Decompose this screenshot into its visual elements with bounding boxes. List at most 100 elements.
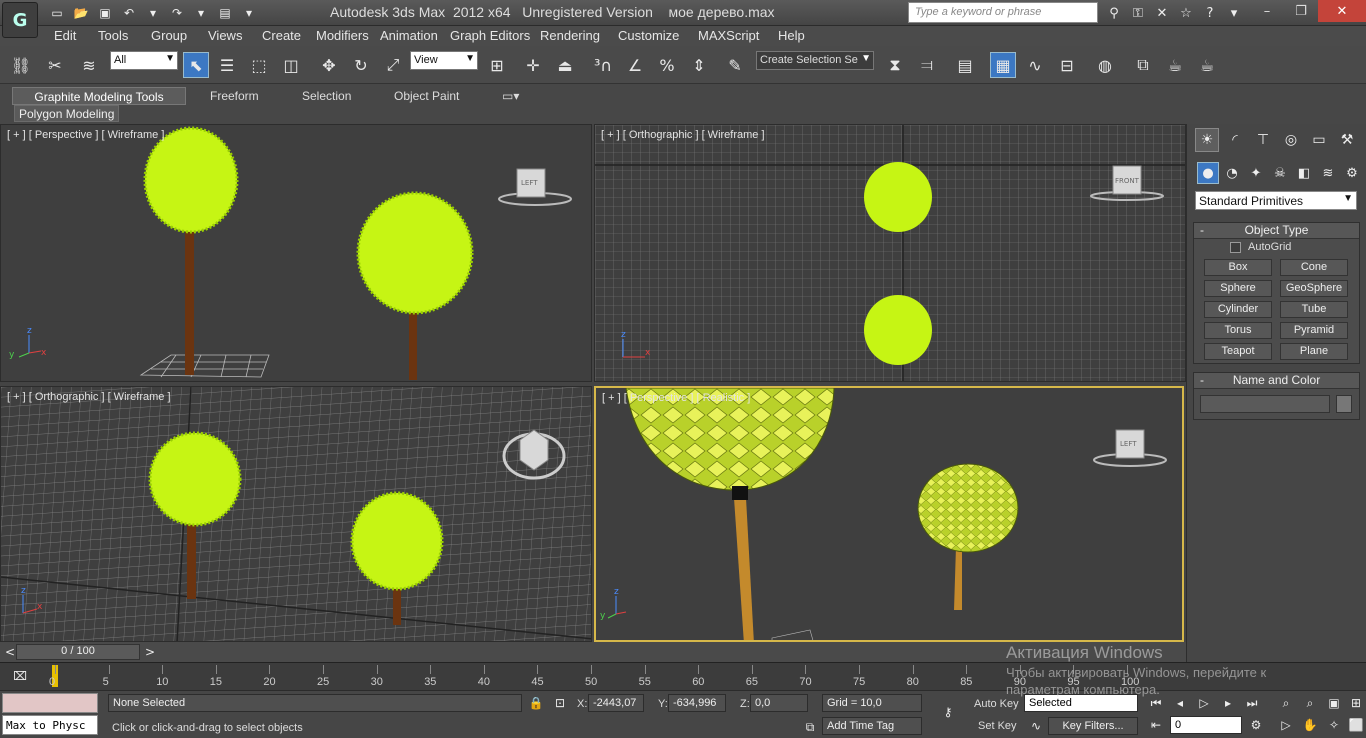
menu-views[interactable]: Views (208, 28, 242, 43)
helpers-icon[interactable]: ◧ (1293, 162, 1315, 184)
primitive-category-dropdown[interactable]: Standard Primitives ▼ (1195, 191, 1357, 210)
new-file-icon[interactable]: ▭ (46, 3, 68, 23)
selection-filter-dropdown[interactable]: All ▼ (110, 51, 178, 70)
cameras-icon[interactable]: ☠ (1269, 162, 1291, 184)
subscription-icon[interactable]: ⚿ (1128, 3, 1148, 23)
hierarchy-tab-icon[interactable]: ⊤ (1251, 128, 1275, 152)
layer-manager-icon[interactable]: ▤ (952, 52, 978, 78)
percent-snap-icon[interactable]: % (654, 52, 680, 78)
spinner-snap-icon[interactable]: ⇕ (686, 52, 712, 78)
menu-graph-editors[interactable]: Graph Editors (450, 28, 530, 43)
maxscript-listener-top[interactable] (2, 693, 98, 713)
key-filters-button[interactable]: Key Filters... (1048, 717, 1138, 735)
time-next-icon[interactable]: > (140, 643, 160, 661)
systems-icon[interactable]: ⚙ (1341, 162, 1363, 184)
select-scale-icon[interactable]: ⤢ (380, 52, 406, 78)
cylinder-button[interactable]: Cylinder (1204, 301, 1272, 318)
render-production-icon[interactable]: ☕ (1194, 52, 1220, 78)
menu-maxscript[interactable]: MAXScript (698, 28, 759, 43)
lights-icon[interactable]: ✦ (1245, 162, 1267, 184)
y-coordinate-input[interactable]: -634,996 (668, 694, 726, 712)
field-of-view-icon[interactable]: ▷ (1276, 716, 1296, 734)
material-editor-icon[interactable]: ◍ (1092, 52, 1118, 78)
graphite-toggle-icon[interactable]: ▦ (990, 52, 1016, 78)
select-rotate-icon[interactable]: ↻ (348, 52, 374, 78)
plane-button[interactable]: Plane (1280, 343, 1348, 360)
utilities-tab-icon[interactable]: ⚒ (1335, 128, 1359, 152)
tab-freeform[interactable]: Freeform (210, 87, 259, 105)
pan-view-icon[interactable]: ✋ (1300, 716, 1320, 734)
modify-tab-icon[interactable]: ◜ (1223, 128, 1247, 152)
snaps-toggle-icon[interactable]: ³∩ (590, 52, 616, 78)
align-icon[interactable]: ⫤ (914, 52, 940, 78)
geometry-icon[interactable]: ● (1197, 162, 1219, 184)
named-selection-sets-dropdown[interactable]: Create Selection Se ▼ (756, 51, 874, 70)
window-crossing-icon[interactable]: ◫ (278, 52, 304, 78)
viewport-label[interactable]: [ + ] [ Orthographic ] [ Wireframe ] (7, 391, 171, 403)
unlink-icon[interactable]: ✂ (42, 52, 68, 78)
create-tab-icon[interactable]: ☀ (1195, 128, 1219, 152)
close-button[interactable]: ✕ (1318, 0, 1366, 22)
help-dropdown-icon[interactable]: ▾ (1224, 3, 1244, 23)
zoom-extents-icon[interactable]: ▣ (1324, 694, 1344, 712)
teapot-button[interactable]: Teapot (1204, 343, 1272, 360)
menu-edit[interactable]: Edit (54, 28, 76, 43)
default-tangents-icon[interactable]: ∿ (1026, 717, 1046, 735)
undo-dropdown-icon[interactable]: ▾ (142, 3, 164, 23)
rendered-frame-icon[interactable]: ☕ (1162, 52, 1188, 78)
menu-rendering[interactable]: Rendering (540, 28, 600, 43)
select-move-icon[interactable]: ✥ (316, 52, 342, 78)
pivot-center-icon[interactable]: ⊞ (484, 52, 510, 78)
set-key-key-icon[interactable]: ⚷ (936, 703, 960, 721)
auto-key-button[interactable]: Auto Key (974, 698, 1019, 710)
orbit-icon[interactable]: ✧ (1324, 716, 1344, 734)
maximize-button[interactable]: ❐ (1284, 0, 1318, 22)
ribbon-options-icon[interactable]: ▭▾ (502, 87, 528, 105)
object-type-header[interactable]: - Object Type (1194, 223, 1359, 239)
shapes-icon[interactable]: ◔ (1221, 162, 1243, 184)
rectangular-selection-icon[interactable]: ⬚ (246, 52, 272, 78)
viewport-perspective-wireframe[interactable]: [ + ] [ Perspective ] [ Wireframe ] LEFT… (0, 124, 592, 382)
qat-dropdown-icon[interactable]: ▾ (238, 3, 260, 23)
menu-tools[interactable]: Tools (98, 28, 128, 43)
reference-coordinate-dropdown[interactable]: View ▼ (410, 51, 478, 70)
binoculars-icon[interactable]: ⚲ (1104, 3, 1124, 23)
tube-button[interactable]: Tube (1280, 301, 1348, 318)
select-object-icon[interactable]: ⬉ (183, 52, 209, 78)
x-coordinate-input[interactable]: -2443,07 (588, 694, 644, 712)
display-tab-icon[interactable]: ▭ (1307, 128, 1331, 152)
save-icon[interactable]: ▣ (94, 3, 116, 23)
viewport-orthographic-wireframe-top[interactable]: [ + ] [ Orthographic ] [ Wireframe ] FRO… (594, 124, 1186, 382)
pyramid-button[interactable]: Pyramid (1280, 322, 1348, 339)
keyboard-shortcut-icon[interactable]: ⏏ (552, 52, 578, 78)
project-folder-icon[interactable]: ▤ (214, 3, 236, 23)
name-and-color-header[interactable]: - Name and Color (1194, 373, 1359, 389)
box-button[interactable]: Box (1204, 259, 1272, 276)
viewport-orthographic-wireframe-bottom[interactable]: [ + ] [ Orthographic ] [ Wireframe ] zx (0, 386, 592, 642)
viewport-label[interactable]: [ + ] [ Perspective ] [ Wireframe ] (7, 129, 164, 141)
mirror-icon[interactable]: ⧗ (882, 52, 908, 78)
time-slider[interactable]: 0 / 100 (16, 644, 140, 660)
help-icon[interactable]: ? (1200, 3, 1220, 23)
motion-tab-icon[interactable]: ◎ (1279, 128, 1303, 152)
minimize-button[interactable]: – (1250, 0, 1284, 22)
current-frame-input[interactable]: 0 (1170, 716, 1242, 734)
redo-dropdown-icon[interactable]: ▾ (190, 3, 212, 23)
time-tag-icon[interactable]: ⧉ (800, 718, 820, 736)
add-time-tag[interactable]: Add Time Tag (822, 717, 922, 735)
bind-spacewarp-icon[interactable]: ≋ (76, 52, 102, 78)
cone-button[interactable]: Cone (1280, 259, 1348, 276)
viewport-perspective-realistic[interactable]: [ + ] [ Perspective ] [ Realistic ] LEFT (594, 386, 1184, 642)
geosphere-button[interactable]: GeoSphere (1280, 280, 1348, 297)
communication-icon[interactable]: ✕ (1152, 3, 1172, 23)
link-icon[interactable]: ⛓ (8, 52, 34, 78)
menu-help[interactable]: Help (778, 28, 805, 43)
menu-create[interactable]: Create (262, 28, 301, 43)
lock-selection-icon[interactable]: 🔒 (526, 694, 546, 712)
app-logo-icon[interactable]: G (2, 2, 38, 38)
render-setup-icon[interactable]: ⧉ (1130, 52, 1156, 78)
tab-selection[interactable]: Selection (302, 87, 351, 105)
key-mode-icon[interactable]: ⇤ (1146, 716, 1166, 734)
schematic-view-icon[interactable]: ⊟ (1054, 52, 1080, 78)
autogrid-checkbox[interactable] (1230, 242, 1241, 253)
